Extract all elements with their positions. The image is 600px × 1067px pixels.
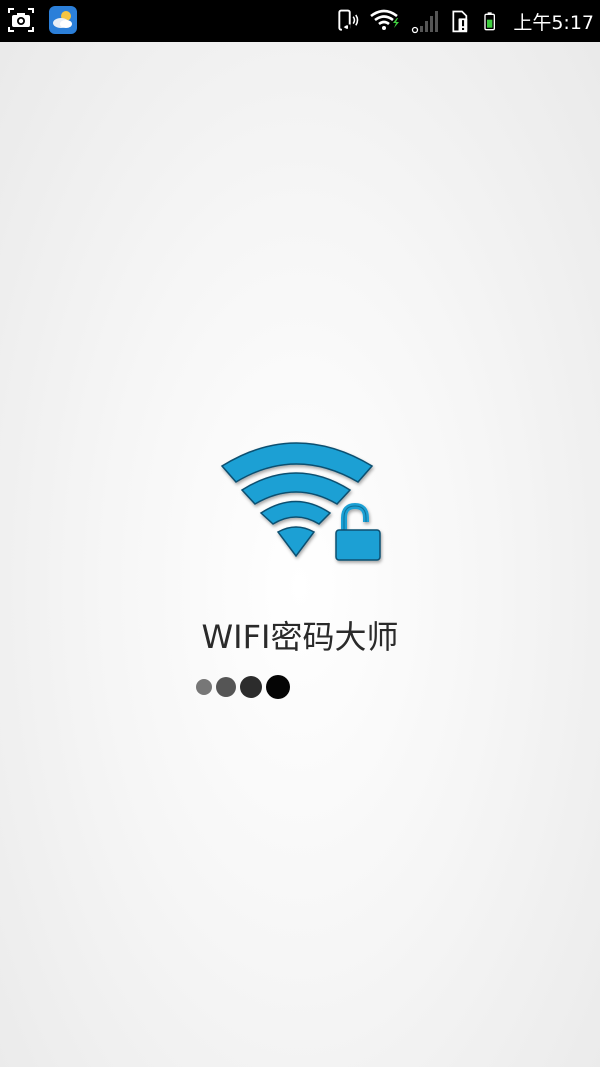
loading-dot (240, 676, 262, 698)
weather-app-icon (49, 6, 77, 34)
splash-screen: 上午5:17 WIFI密码大师 (0, 0, 600, 1067)
loading-dot (196, 679, 212, 695)
screenshot-camera-icon (8, 8, 34, 32)
loading-indicator (196, 672, 290, 702)
status-bar: 上午5:17 (0, 0, 600, 42)
app-name: WIFI密码大师 (201, 618, 399, 656)
mobile-signal-icon (412, 11, 439, 34)
status-bar-clock: 上午5:17 (513, 11, 594, 34)
phone-vibrate-icon (338, 9, 359, 32)
wifi-unlock-logo-icon (220, 442, 381, 561)
status-bar-right: 上午5:17 (335, 6, 594, 36)
wifi-icon (370, 9, 400, 30)
sim-alert-icon (452, 10, 468, 33)
status-bar-left (6, 5, 78, 35)
loading-dot (266, 675, 290, 699)
loading-dot (216, 677, 236, 697)
battery-icon (484, 12, 496, 31)
